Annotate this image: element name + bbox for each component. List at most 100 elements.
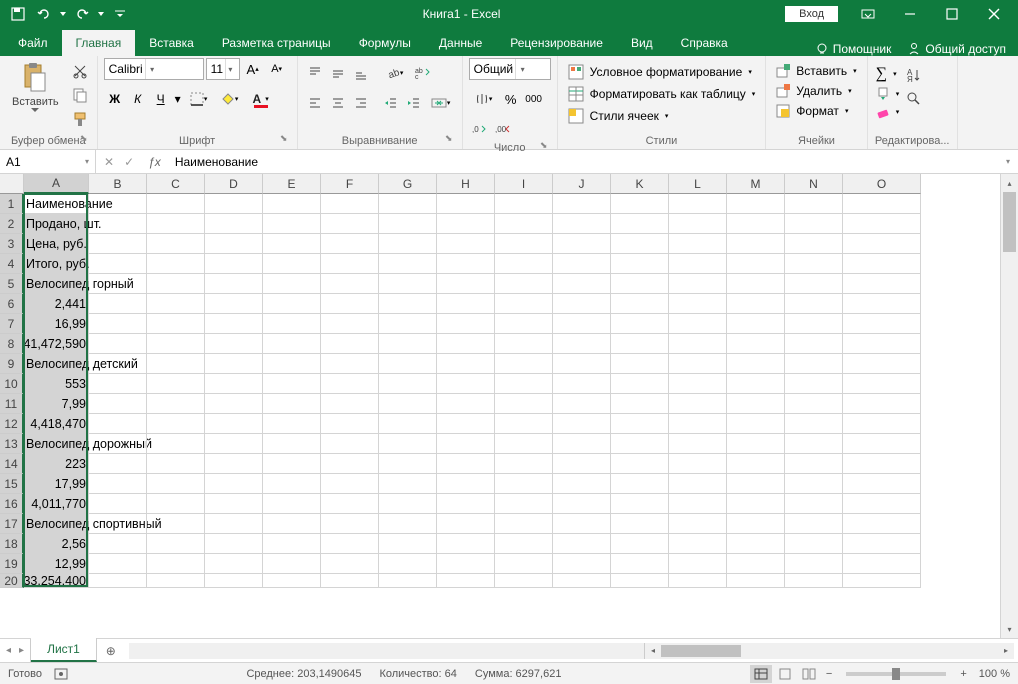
formula-input[interactable]: Наименование bbox=[167, 150, 998, 173]
cell[interactable] bbox=[321, 354, 379, 374]
align-right-icon[interactable] bbox=[350, 92, 372, 114]
sheet-nav-next-icon[interactable]: ▸ bbox=[19, 645, 24, 656]
cell[interactable] bbox=[843, 214, 921, 234]
cell[interactable] bbox=[147, 234, 205, 254]
cell[interactable]: 2,441 bbox=[24, 294, 89, 314]
cell[interactable] bbox=[669, 574, 727, 588]
cell[interactable] bbox=[205, 234, 263, 254]
cell[interactable] bbox=[495, 354, 553, 374]
cell[interactable] bbox=[611, 414, 669, 434]
cell[interactable] bbox=[263, 414, 321, 434]
macro-record-icon[interactable] bbox=[54, 667, 68, 681]
underline-button[interactable]: Ч bbox=[150, 88, 172, 110]
wrap-text-icon[interactable]: abc bbox=[411, 62, 433, 84]
cell[interactable] bbox=[205, 414, 263, 434]
cell[interactable] bbox=[205, 474, 263, 494]
tab-data[interactable]: Данные bbox=[425, 30, 496, 56]
cell[interactable] bbox=[669, 434, 727, 454]
find-icon[interactable] bbox=[903, 88, 925, 110]
cell[interactable] bbox=[553, 534, 611, 554]
cell[interactable] bbox=[785, 554, 843, 574]
border-icon[interactable]: ▾ bbox=[184, 88, 214, 110]
column-header[interactable]: K bbox=[611, 174, 669, 194]
cell[interactable] bbox=[495, 234, 553, 254]
cell[interactable] bbox=[553, 254, 611, 274]
format-as-table-button[interactable]: Форматировать как таблицу▾ bbox=[564, 84, 760, 104]
cell[interactable] bbox=[495, 534, 553, 554]
cell[interactable] bbox=[727, 534, 785, 554]
underline-dropdown-icon[interactable]: ▾ bbox=[173, 88, 183, 110]
cell[interactable] bbox=[89, 334, 147, 354]
cell[interactable] bbox=[785, 434, 843, 454]
cell[interactable] bbox=[437, 474, 495, 494]
orientation-icon[interactable]: ab▾ bbox=[380, 62, 410, 84]
cell[interactable] bbox=[321, 194, 379, 214]
cell[interactable] bbox=[843, 494, 921, 514]
cell[interactable] bbox=[437, 494, 495, 514]
cell[interactable] bbox=[379, 574, 437, 588]
cell[interactable] bbox=[843, 254, 921, 274]
cell[interactable] bbox=[843, 334, 921, 354]
vscroll-thumb[interactable] bbox=[1003, 192, 1016, 252]
cell[interactable] bbox=[495, 394, 553, 414]
row-header[interactable]: 12 bbox=[0, 414, 24, 434]
horizontal-scrollbar[interactable]: ◂ ▸ bbox=[644, 643, 1014, 659]
cell[interactable] bbox=[611, 474, 669, 494]
cell[interactable] bbox=[321, 414, 379, 434]
cell[interactable] bbox=[727, 234, 785, 254]
cell[interactable] bbox=[843, 314, 921, 334]
cell[interactable] bbox=[669, 334, 727, 354]
undo-icon[interactable] bbox=[32, 2, 56, 26]
cell[interactable] bbox=[727, 414, 785, 434]
cell[interactable] bbox=[89, 534, 147, 554]
cell[interactable] bbox=[611, 394, 669, 414]
row-header[interactable]: 20 bbox=[0, 574, 24, 588]
tab-layout[interactable]: Разметка страницы bbox=[208, 30, 345, 56]
percent-icon[interactable]: % bbox=[500, 88, 522, 110]
cell[interactable] bbox=[205, 514, 263, 534]
cell[interactable] bbox=[843, 194, 921, 214]
increase-indent-icon[interactable] bbox=[403, 92, 425, 114]
select-all-corner[interactable] bbox=[0, 174, 24, 194]
cell[interactable] bbox=[147, 314, 205, 334]
cell[interactable] bbox=[553, 274, 611, 294]
cell[interactable] bbox=[321, 534, 379, 554]
fx-icon[interactable]: ƒx bbox=[142, 150, 167, 173]
cell[interactable] bbox=[205, 254, 263, 274]
cell[interactable] bbox=[611, 354, 669, 374]
cell[interactable] bbox=[321, 314, 379, 334]
cell[interactable] bbox=[843, 454, 921, 474]
sheet-tab-active[interactable]: Лист1 bbox=[31, 638, 97, 662]
cell[interactable] bbox=[437, 354, 495, 374]
cell[interactable] bbox=[727, 494, 785, 514]
comma-icon[interactable]: 000 bbox=[523, 88, 545, 110]
cell[interactable] bbox=[785, 534, 843, 554]
cell[interactable] bbox=[553, 554, 611, 574]
cell[interactable] bbox=[147, 474, 205, 494]
tab-formulas[interactable]: Формулы bbox=[345, 30, 425, 56]
cell[interactable] bbox=[785, 214, 843, 234]
shrink-font-icon[interactable]: A▾ bbox=[266, 58, 288, 80]
cell[interactable] bbox=[785, 234, 843, 254]
cell[interactable] bbox=[437, 554, 495, 574]
cell[interactable] bbox=[727, 314, 785, 334]
cell[interactable] bbox=[379, 194, 437, 214]
cell[interactable] bbox=[205, 314, 263, 334]
cell[interactable] bbox=[89, 314, 147, 334]
scroll-up-icon[interactable]: ▴ bbox=[1001, 174, 1018, 192]
autosum-button[interactable]: ∑▾ bbox=[874, 64, 902, 84]
cell[interactable] bbox=[321, 214, 379, 234]
copy-icon[interactable] bbox=[69, 84, 91, 106]
cell[interactable] bbox=[727, 254, 785, 274]
cell[interactable] bbox=[379, 274, 437, 294]
cell[interactable] bbox=[553, 334, 611, 354]
column-headers[interactable]: ABCDEFGHIJKLMNO bbox=[24, 174, 921, 194]
add-sheet-icon[interactable]: ⊕ bbox=[97, 644, 125, 658]
format-cells-button[interactable]: Формат▾ bbox=[772, 102, 852, 120]
cell[interactable] bbox=[205, 454, 263, 474]
cell[interactable]: Продано, шт. bbox=[24, 214, 89, 234]
cell[interactable] bbox=[669, 554, 727, 574]
cell[interactable] bbox=[727, 214, 785, 234]
sort-filter-icon[interactable]: AЯ bbox=[903, 64, 925, 86]
cell[interactable] bbox=[727, 454, 785, 474]
